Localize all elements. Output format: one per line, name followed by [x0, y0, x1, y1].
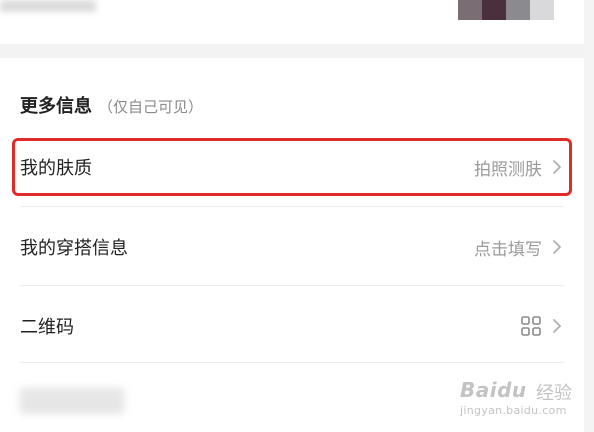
row-value: 点击填写 — [474, 239, 542, 260]
section-title: 更多信息 （仅自己可见） — [20, 92, 203, 118]
row-qr-code[interactable]: 二维码 — [20, 301, 564, 351]
row-right: 点击填写 — [474, 235, 564, 260]
row-label: 二维码 — [20, 317, 74, 338]
watermark-cn: 经验 — [536, 383, 572, 404]
top-partial-row — [0, 0, 584, 44]
baidu-jingyan-watermark: Baidu 经验 jingyan.baidu.com — [460, 370, 584, 426]
right-edge — [584, 0, 594, 432]
avatar-pixel — [482, 0, 506, 20]
avatar[interactable] — [458, 0, 554, 20]
blurred-top-label — [0, 0, 96, 12]
watermark-url: jingyan.baidu.com — [460, 404, 567, 417]
highlight-box — [12, 138, 572, 196]
divider — [20, 362, 564, 363]
avatar-pixel — [506, 0, 530, 20]
avatar-pixel — [530, 0, 554, 20]
qr-grid-icon — [521, 316, 541, 336]
row-outfit-info[interactable]: 我的穿搭信息 点击填写 — [20, 222, 564, 272]
avatar-pixel — [458, 0, 482, 20]
section-title-text: 更多信息 — [20, 96, 92, 117]
divider — [20, 285, 564, 286]
row-label: 我的穿搭信息 — [20, 238, 128, 259]
divider — [20, 206, 564, 207]
section-divider-band — [0, 44, 584, 58]
watermark-brand: Baidu — [460, 378, 527, 402]
chevron-right-icon — [553, 319, 561, 333]
row-right — [520, 315, 564, 337]
section-subtitle: （仅自己可见） — [98, 98, 204, 116]
blurred-bottom-label — [20, 388, 124, 414]
chevron-right-icon — [553, 240, 561, 254]
